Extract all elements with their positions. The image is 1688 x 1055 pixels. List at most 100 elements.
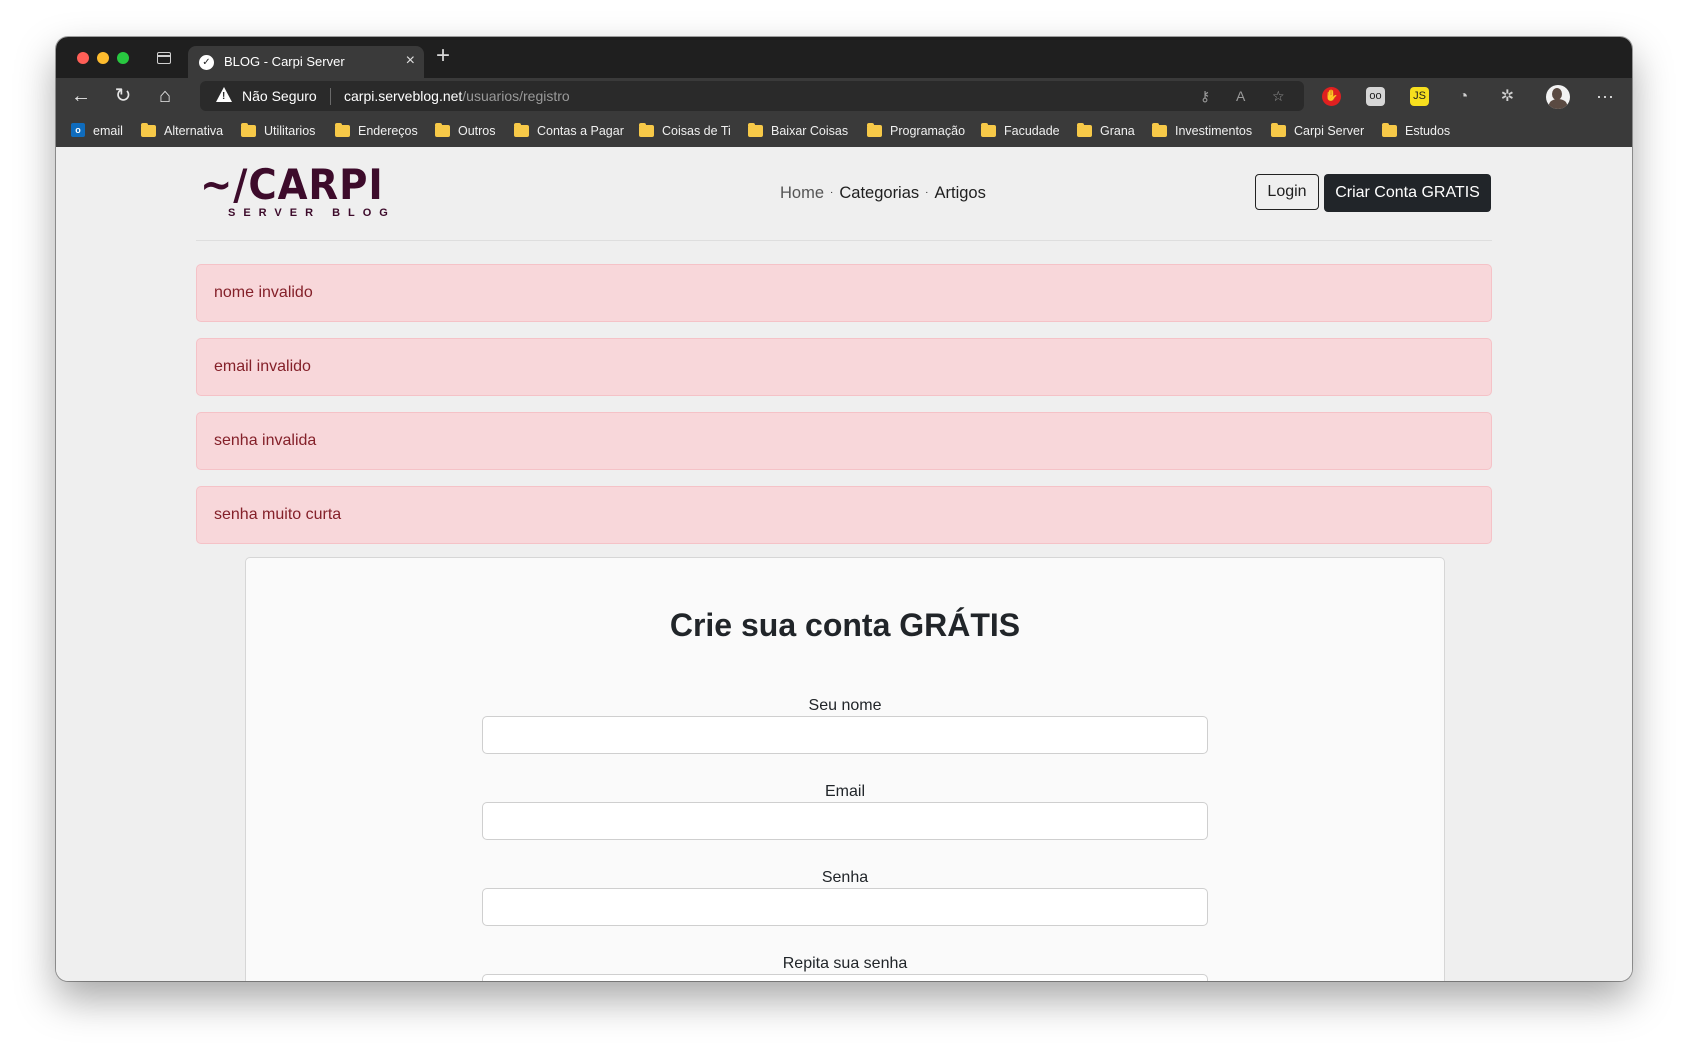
close-tab-icon[interactable]: × bbox=[406, 52, 415, 70]
nav-artigos-link[interactable]: Artigos bbox=[935, 184, 986, 202]
browser-tab[interactable]: ✓ BLOG - Carpi Server × bbox=[188, 46, 424, 78]
web-page: ~/CARPI SERVER BLOG Home · Categorias · Arti… bbox=[56, 147, 1632, 981]
name-label: Seu nome bbox=[808, 697, 882, 714]
close-window-icon[interactable] bbox=[77, 52, 89, 64]
browser-window: ✓ BLOG - Carpi Server × + ← ↻ ⌂ ! Não Se… bbox=[56, 37, 1632, 981]
bookmark-folder[interactable]: Utilitarios bbox=[241, 123, 315, 139]
bookmark-folder[interactable]: Outros bbox=[435, 123, 496, 139]
address-bar[interactable]: ! Não Seguro carpi.serveblog.net/usuario… bbox=[200, 81, 1304, 111]
bookmark-label: Carpi Server bbox=[1294, 124, 1365, 138]
email-label: Email bbox=[824, 783, 865, 800]
repeat-password-input[interactable] bbox=[482, 974, 1208, 981]
main-nav: Home · Categorias · Artigos bbox=[780, 182, 986, 204]
extension-red-icon[interactable]: ✋ bbox=[1322, 87, 1341, 106]
nav-separator: · bbox=[925, 187, 929, 198]
error-alert: nome invalido bbox=[196, 264, 1492, 322]
more-menu-icon[interactable]: ··· bbox=[1596, 84, 1614, 108]
nav-home-link[interactable]: Home bbox=[780, 184, 824, 202]
folder-icon bbox=[435, 123, 450, 137]
email-input[interactable] bbox=[482, 802, 1208, 840]
folder-icon bbox=[1152, 123, 1167, 137]
password-input[interactable] bbox=[482, 888, 1208, 926]
folder-icon bbox=[1382, 123, 1397, 137]
tab-actions-icon[interactable] bbox=[157, 52, 171, 64]
folder-icon bbox=[1077, 123, 1092, 137]
tab-title: BLOG - Carpi Server bbox=[224, 54, 345, 69]
repeat-password-label: Repita sua senha bbox=[782, 955, 908, 972]
folder-icon bbox=[335, 123, 350, 137]
logo-tagline: SERVER BLOG bbox=[228, 207, 396, 219]
bookmark-label: Programação bbox=[890, 124, 966, 138]
url-text[interactable]: carpi.serveblog.net/usuarios/registro bbox=[344, 88, 570, 104]
tab-bar: ✓ BLOG - Carpi Server × + bbox=[56, 37, 1632, 78]
new-tab-button[interactable]: + bbox=[436, 43, 450, 69]
bookmark-label: Grana bbox=[1100, 124, 1135, 138]
security-label[interactable]: Não Seguro bbox=[242, 88, 317, 104]
bookmark-folder[interactable]: Programação bbox=[867, 123, 965, 139]
folder-icon bbox=[1271, 123, 1286, 137]
warning-icon: ! bbox=[216, 87, 232, 102]
folder-icon bbox=[867, 123, 882, 137]
maximize-window-icon[interactable] bbox=[117, 52, 129, 64]
site-logo[interactable]: ~/CARPI SERVER BLOG bbox=[200, 161, 388, 221]
home-icon[interactable]: ⌂ bbox=[152, 84, 178, 108]
profile-avatar[interactable] bbox=[1546, 85, 1570, 109]
header-divider bbox=[196, 240, 1492, 241]
nav-categorias-link[interactable]: Categorias bbox=[839, 184, 919, 202]
folder-icon bbox=[241, 123, 256, 137]
read-aloud-icon[interactable]: A bbox=[1236, 87, 1245, 105]
add-favorite-icon[interactable]: ☆ bbox=[1272, 87, 1285, 105]
bookmark-email[interactable]: o email bbox=[71, 123, 123, 139]
bookmark-folder[interactable]: Investimentos bbox=[1152, 123, 1252, 139]
error-alert: senha invalida bbox=[196, 412, 1492, 470]
folder-icon bbox=[639, 123, 654, 137]
bookmark-folder[interactable]: Estudos bbox=[1382, 123, 1450, 139]
bookmark-label: Estudos bbox=[1405, 124, 1451, 138]
url-path: /usuarios/registro bbox=[462, 88, 570, 104]
error-alert: email invalido bbox=[196, 338, 1492, 396]
folder-icon bbox=[748, 123, 763, 137]
folder-icon bbox=[514, 123, 529, 137]
bookmark-label: Investimentos bbox=[1175, 124, 1253, 138]
bookmarks-bar: o email Alternativa Utilitarios Endereços… bbox=[56, 115, 1632, 147]
bookmark-folder[interactable]: Baixar Coisas bbox=[748, 123, 848, 139]
bookmark-folder[interactable]: Endereços bbox=[335, 123, 418, 139]
key-icon[interactable]: ⚷ bbox=[1200, 87, 1210, 105]
site-favicon-icon: ✓ bbox=[199, 55, 214, 70]
signup-card: Crie sua conta GRÁTIS Seu nome Email Sen… bbox=[245, 557, 1445, 981]
login-button[interactable]: Login bbox=[1255, 174, 1319, 210]
bookmark-label: Facudade bbox=[1004, 124, 1060, 138]
extension-oo-icon[interactable]: oo bbox=[1366, 87, 1385, 106]
logo-wordmark: ~/CARPI bbox=[200, 160, 384, 209]
outlook-icon: o bbox=[71, 123, 85, 137]
extension-js-icon[interactable]: JS bbox=[1410, 87, 1429, 106]
bookmark-label: Alternativa bbox=[164, 124, 224, 138]
bookmark-folder[interactable]: Alternativa bbox=[141, 123, 223, 139]
bookmark-label: Outros bbox=[458, 124, 496, 138]
signup-button[interactable]: Criar Conta GRATIS bbox=[1324, 174, 1491, 212]
back-icon[interactable]: ← bbox=[68, 84, 94, 108]
bookmark-label: Endereços bbox=[358, 124, 418, 138]
bookmark-folder[interactable]: Contas a Pagar bbox=[514, 123, 624, 139]
bookmark-label: Baixar Coisas bbox=[771, 124, 849, 138]
minimize-window-icon[interactable] bbox=[97, 52, 109, 64]
bookmark-label: Contas a Pagar bbox=[537, 124, 624, 138]
bookmark-folder[interactable]: Coisas de Ti bbox=[639, 123, 731, 139]
url-host: carpi.serveblog.net bbox=[344, 88, 463, 104]
folder-icon bbox=[981, 123, 996, 137]
password-label: Senha bbox=[821, 869, 869, 886]
extensions-puzzle-icon[interactable]: ✲ bbox=[1498, 87, 1517, 106]
name-input[interactable] bbox=[482, 716, 1208, 754]
form-title: Crie sua conta GRÁTIS bbox=[669, 607, 1021, 643]
reload-icon[interactable]: ↻ bbox=[110, 84, 136, 108]
folder-icon bbox=[141, 123, 156, 137]
error-alert: senha muito curta bbox=[196, 486, 1492, 544]
bookmark-label: Utilitarios bbox=[264, 124, 316, 138]
extension-circle-icon[interactable]: ◔ bbox=[1454, 87, 1473, 106]
bookmark-label: email bbox=[93, 124, 123, 138]
bookmark-folder[interactable]: Carpi Server bbox=[1271, 123, 1364, 139]
browser-toolbar: ← ↻ ⌂ ! Não Seguro carpi.serveblog.net/u… bbox=[56, 78, 1632, 115]
bookmark-folder[interactable]: Grana bbox=[1077, 123, 1135, 139]
nav-separator: · bbox=[830, 187, 834, 198]
bookmark-folder[interactable]: Facudade bbox=[981, 123, 1060, 139]
